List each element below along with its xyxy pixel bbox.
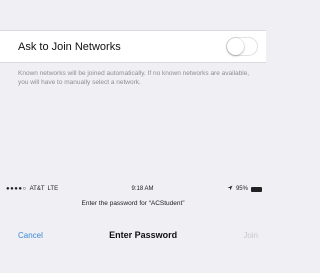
network-type: LTE [47, 186, 59, 192]
battery-fill [251, 187, 261, 191]
password-dialog-title: Enter Password [109, 230, 178, 240]
ask-to-join-label: Ask to Join Networks [18, 40, 121, 53]
battery-icon [250, 186, 262, 192]
top-spacer [0, 0, 266, 30]
cell-signal-icon: ●●●●○ [6, 186, 27, 192]
toggle-knob [227, 38, 244, 55]
ask-to-join-toggle[interactable] [226, 37, 258, 56]
battery-percent: 95% [235, 186, 248, 192]
join-button[interactable]: Join [243, 231, 258, 240]
status-left: ●●●●○ AT&T LTE [6, 186, 58, 192]
password-nav-bar: Cancel Enter Password Join [0, 224, 266, 246]
ask-to-join-row[interactable]: Ask to Join Networks [0, 30, 266, 63]
status-bar: ●●●●○ AT&T LTE 9:18 AM 95% [0, 183, 266, 195]
cancel-button[interactable]: Cancel [18, 231, 43, 240]
location-icon [227, 185, 233, 193]
status-right: 95% [227, 185, 262, 193]
carrier-name: AT&T [29, 186, 45, 192]
status-time: 9:18 AM [131, 186, 154, 192]
known-networks-note: Known networks will be joined automatica… [18, 70, 250, 86]
password-prompt: Enter the password for “ACStudent” [81, 200, 185, 207]
